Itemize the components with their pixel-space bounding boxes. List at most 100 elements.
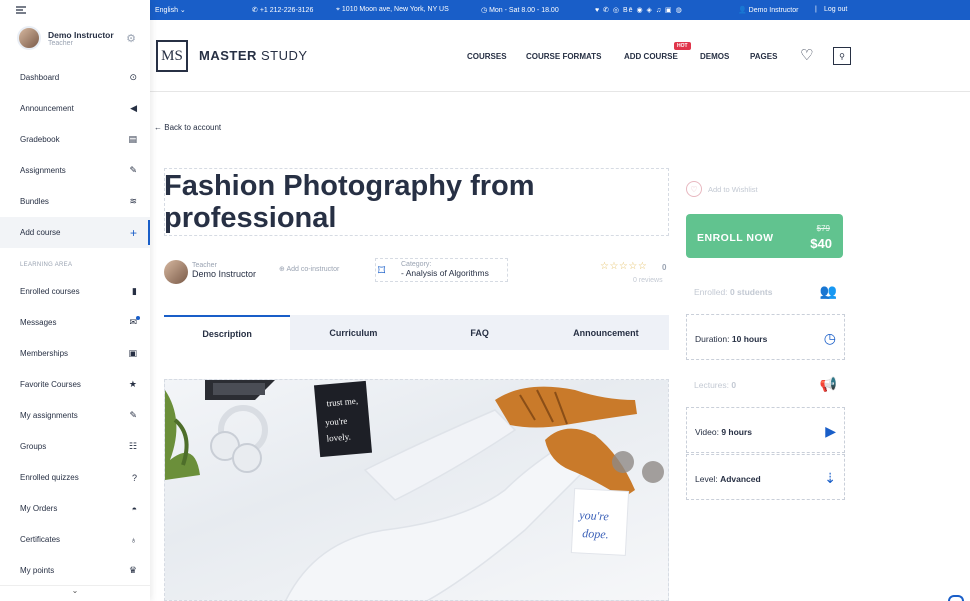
wishlist-text: Add to Wishlist xyxy=(708,184,758,194)
chart-icon: ▤ xyxy=(128,134,137,144)
sidebar-item-my-assignments[interactable]: My assignments ✎ xyxy=(0,400,150,431)
chat-widget[interactable] xyxy=(948,595,964,601)
logout-link[interactable]: Log out xyxy=(824,6,847,13)
clock-icon: ◷ xyxy=(481,7,488,14)
course-tabs: Description Curriculum FAQ Announcement xyxy=(164,315,669,350)
topbar-user[interactable]: 👤 Demo Instructor xyxy=(738,6,798,14)
social-icons[interactable]: ♥ ✆ ◎ Bē ◉ ◈ ♫ ▣ ◍ xyxy=(595,6,683,14)
add-coinstructor-button[interactable]: ⊕ Add co-instructor xyxy=(279,265,339,273)
sidebar-item-add-course[interactable]: Add course + xyxy=(0,217,150,248)
teacher[interactable]: Teacher Demo Instructor xyxy=(192,262,256,279)
sidebar-item-label: Memberships xyxy=(20,349,69,358)
sidebar-item-announcement[interactable]: Announcement ◀ xyxy=(0,93,150,124)
learning-area-heading: LEARNING AREA xyxy=(20,262,73,268)
sidebar-item-memberships[interactable]: Memberships ▣ xyxy=(0,338,150,369)
sidebar-item-my-orders[interactable]: My Orders ◓ xyxy=(0,493,150,524)
info-lectures: Lectures: 0 📢 xyxy=(686,361,845,407)
user-role: Teacher xyxy=(48,39,73,47)
sidebar: Demo Instructor Teacher ⚙ Dashboard ⊙ Ann… xyxy=(0,0,150,601)
wishlist-button[interactable]: ♡ Add to Wishlist xyxy=(686,181,758,197)
menu-toggle[interactable] xyxy=(0,0,150,20)
nav-pages[interactable]: PAGES xyxy=(750,52,777,61)
sidebar-item-my-points[interactable]: My points ♛ xyxy=(0,555,150,586)
sidebar-item-assignments[interactable]: Assignments ✎ xyxy=(0,155,150,186)
nav-add-course[interactable]: ADD COURSE xyxy=(624,52,678,61)
sidebar-item-label: Groups xyxy=(20,442,47,451)
enroll-button[interactable]: ENROLL NOW $79 $40 xyxy=(686,214,843,258)
sidebar-item-groups[interactable]: Groups ☷ xyxy=(0,431,150,462)
sidebar-item-bundles[interactable]: Bundles ≋ xyxy=(0,186,150,217)
card-text-1c: lovely. xyxy=(326,431,351,443)
card-text-1b: you're xyxy=(325,416,348,428)
site-header: MS MASTER STUDY COURSES COURSE FORMATS A… xyxy=(150,20,970,92)
search-button[interactable]: ⚲ xyxy=(833,47,851,65)
info-duration: Duration: 10 hours ◷ xyxy=(686,314,845,360)
menu-icon xyxy=(16,6,26,14)
sort-icon: ⇣ xyxy=(824,470,836,486)
sidebar-item-label: My Orders xyxy=(20,504,58,513)
gear-icon[interactable]: ⚙ xyxy=(126,32,136,45)
topbar-user-name: Demo Instructor xyxy=(748,7,799,14)
logo-text[interactable]: MASTER STUDY xyxy=(199,48,308,63)
back-link[interactable]: ← Back to account xyxy=(154,123,221,132)
sidebar-item-gradebook[interactable]: Gradebook ▤ xyxy=(0,124,150,155)
video-label: Video: xyxy=(695,427,719,437)
top-bar: English ⌄ ✆ +1 212-226-3126 ⌖ 1010 Moon … xyxy=(150,0,970,20)
basket-icon: ◓ xyxy=(131,503,137,514)
notification-dot xyxy=(136,316,140,320)
teacher-label: Teacher xyxy=(192,262,217,269)
tab-description[interactable]: Description xyxy=(164,315,291,350)
sidebar-scroll-down[interactable]: ⌄ xyxy=(0,585,150,601)
card-text-2b: dope. xyxy=(582,526,609,541)
user-name: Demo Instructor xyxy=(48,29,114,40)
enrolled-value: 0 students xyxy=(729,287,773,297)
tab-faq[interactable]: FAQ xyxy=(417,315,543,350)
search-icon: ⚲ xyxy=(839,51,845,61)
nav-course-formats[interactable]: COURSE FORMATS xyxy=(526,52,601,61)
nav-courses[interactable]: COURSES xyxy=(467,52,507,61)
sidebar-item-dashboard[interactable]: Dashboard ⊙ xyxy=(0,62,150,93)
course-image: trust me, you're lovely. you're dope. xyxy=(164,379,669,601)
star-rating-icon: ☆☆☆☆☆ xyxy=(600,261,648,272)
sidebar-item-label: Favorite Courses xyxy=(20,380,81,389)
nav-demos[interactable]: DEMOS xyxy=(700,52,729,61)
medal-icon: ♁ xyxy=(130,534,137,545)
phone: ✆ +1 212-226-3126 xyxy=(252,6,313,14)
tab-announcement[interactable]: Announcement xyxy=(543,315,669,350)
rating-value: 0 xyxy=(662,263,667,272)
sidebar-item-enrolled-quizzes[interactable]: Enrolled quizzes? xyxy=(0,462,150,493)
users-icon: 👥 xyxy=(819,283,837,299)
plus-icon: + xyxy=(129,225,137,240)
course-title: Fashion Photography from professional xyxy=(164,170,535,234)
sidebar-menu: Dashboard ⊙ Announcement ◀ Gradebook ▤ Assi… xyxy=(0,62,150,586)
sidebar-item-certificates[interactable]: Certificates ♁ xyxy=(0,524,150,555)
heart-icon[interactable]: ♡ xyxy=(800,46,813,64)
hot-badge: HOT xyxy=(674,42,691,50)
user-icon: 👤 xyxy=(738,7,747,14)
language-select[interactable]: English ⌄ xyxy=(155,6,186,14)
info-level: Level: Advanced ⇣ xyxy=(686,454,845,500)
logo-mark[interactable]: MS xyxy=(156,40,188,72)
star-icon: ★ xyxy=(128,379,137,389)
pen-icon: ✎ xyxy=(129,410,137,420)
video-value: 9 hours xyxy=(721,427,753,437)
pen-icon: ✎ xyxy=(129,165,137,175)
trophy-icon: ♛ xyxy=(128,565,137,575)
back-link-text: Back to account xyxy=(164,123,222,132)
sidebar-item-favorite-courses[interactable]: Favorite Courses ★ xyxy=(0,369,150,400)
sidebar-item-label: Bundles xyxy=(20,197,49,206)
enroll-label: ENROLL NOW xyxy=(697,232,774,244)
sidebar-item-label: Enrolled quizzes xyxy=(20,473,79,482)
info-enrolled: Enrolled: 0 students 👥 xyxy=(686,268,845,314)
sidebar-item-messages[interactable]: Messages ✉ xyxy=(0,307,150,338)
address-text: 1010 Moon ave, New York, NY US xyxy=(341,6,449,13)
language-label: English xyxy=(155,7,178,14)
sidebar-item-enrolled-courses[interactable]: Enrolled courses ▮ xyxy=(0,276,150,307)
sidebar-item-label: Enrolled courses xyxy=(20,287,80,296)
sidebar-user[interactable]: Demo Instructor Teacher ⚙ xyxy=(0,20,150,56)
tab-curriculum[interactable]: Curriculum xyxy=(290,315,416,350)
category[interactable]: Category: - Analysis of Algorithms xyxy=(401,261,489,278)
address: ⌖ 1010 Moon ave, New York, NY US xyxy=(336,6,449,14)
megaphone-icon: 📢 xyxy=(819,376,837,392)
question-icon: ? xyxy=(131,472,137,483)
